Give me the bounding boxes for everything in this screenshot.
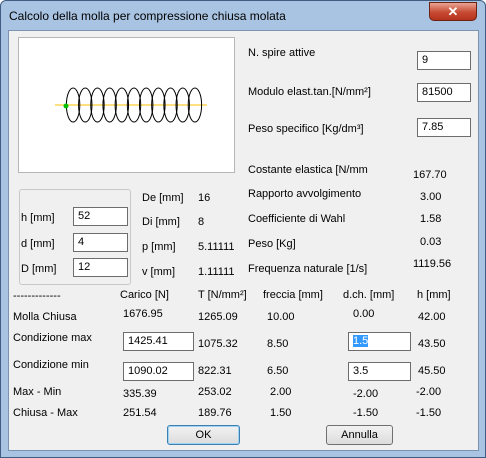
chiusa-max-dch: -1.50 <box>353 407 379 419</box>
peso-specifico-input[interactable]: 7.85 <box>417 118 471 137</box>
cond-min-t: 822.31 <box>198 365 232 377</box>
peso-kg-value: 0.03 <box>420 236 442 248</box>
frequenza-value: 1119.56 <box>413 258 452 270</box>
ok-button[interactable]: OK <box>167 425 240 445</box>
max-min-dch: -2.00 <box>353 388 379 400</box>
chiusa-max-t: 189.76 <box>198 407 232 419</box>
frequenza-label: Frequenza naturale [1/s] <box>248 263 368 275</box>
rapporto-label: Rapporto avvolgimento <box>248 188 362 200</box>
molla-chiusa-dch: 0.00 <box>353 308 375 320</box>
p-value: 5.11111 <box>198 241 235 253</box>
max-min-h: -2.00 <box>416 386 442 398</box>
row-cond-min-label: Condizione min <box>13 359 89 371</box>
cond-min-dch-input[interactable]: 3.5 <box>348 362 411 381</box>
D-label: D [mm] <box>21 263 57 275</box>
cond-max-dch-input[interactable]: 1.5 <box>348 332 411 351</box>
row-max-min-label: Max - Min <box>13 386 62 398</box>
Di-value: 8 <box>198 216 205 228</box>
spring-drawing <box>55 87 207 123</box>
cond-max-h: 43.50 <box>418 338 446 350</box>
title-bar[interactable]: Calcolo della molla per compressione chi… <box>1 1 485 31</box>
max-min-freccia: 2.00 <box>270 386 292 398</box>
costante-label: Costante elastica [N/mm <box>248 164 368 176</box>
annulla-button[interactable]: Annulla <box>326 425 393 445</box>
molla-chiusa-freccia: 10.00 <box>267 311 295 323</box>
cond-max-freccia: 8.50 <box>267 338 289 350</box>
row-chiusa-max-label: Chiusa - Max <box>13 407 78 419</box>
max-min-carico: 335.39 <box>123 388 157 400</box>
De-label: De [mm] <box>142 192 184 204</box>
rapporto-value: 3.00 <box>420 191 442 203</box>
header-carico: Carico [N] <box>120 289 169 301</box>
cond-min-freccia: 6.50 <box>267 365 289 377</box>
p-label: p [mm] <box>142 241 176 253</box>
costante-value: 167.70 <box>413 169 447 181</box>
wahl-label: Coefficiente di Wahl <box>248 213 346 225</box>
spire-label: N. spire attive <box>248 47 316 59</box>
chiusa-max-carico: 251.54 <box>123 407 157 419</box>
header-t: T [N/mm²] <box>198 289 247 301</box>
D-input[interactable]: 12 <box>73 258 128 277</box>
cond-min-carico-input[interactable]: 1090.02 <box>123 362 194 381</box>
spring-start-marker <box>63 103 69 109</box>
h-input[interactable]: 52 <box>73 207 128 226</box>
header-dch: d.ch. [mm] <box>343 289 395 301</box>
v-label: v [mm] <box>142 266 175 278</box>
peso-specifico-label: Peso specifico [Kg/dm³] <box>248 123 364 135</box>
dialog-client-area: N. spire attive 9 Modulo elast.tan.[N/mm… <box>8 30 479 451</box>
h-label: h [mm] <box>21 212 55 224</box>
row-molla-chiusa-label: Molla Chiusa <box>13 311 77 323</box>
modulo-label: Modulo elast.tan.[N/mm²] <box>248 86 371 98</box>
wahl-value: 1.58 <box>420 213 442 225</box>
peso-kg-label: Peso [Kg] <box>248 238 296 250</box>
Di-label: Di [mm] <box>142 216 180 228</box>
spring-preview <box>18 37 235 173</box>
row-cond-max-label: Condizione max <box>13 332 92 344</box>
modulo-input[interactable]: 81500 <box>417 83 471 102</box>
chiusa-max-freccia: 1.50 <box>270 407 292 419</box>
window-title: Calcolo della molla per compressione chi… <box>9 9 286 23</box>
cond-max-carico-input[interactable]: 1425.41 <box>123 332 194 351</box>
cond-min-h: 45.50 <box>418 365 446 377</box>
close-button[interactable]: ✕ <box>429 2 477 21</box>
header-h: h [mm] <box>417 289 451 301</box>
header-freccia: freccia [mm] <box>263 289 323 301</box>
chiusa-max-h: -1.50 <box>416 407 442 419</box>
table-corner-dashes: ------------- <box>13 290 61 302</box>
molla-chiusa-carico: 1676.95 <box>123 308 163 320</box>
De-value: 16 <box>198 192 211 204</box>
spire-input[interactable]: 9 <box>417 51 471 70</box>
close-icon: ✕ <box>447 4 459 19</box>
max-min-t: 253.02 <box>198 386 232 398</box>
molla-chiusa-h: 42.00 <box>418 311 446 323</box>
dialog-window: Calcolo della molla per compressione chi… <box>0 0 486 458</box>
molla-chiusa-t: 1265.09 <box>198 311 238 323</box>
d-input[interactable]: 4 <box>73 233 128 252</box>
cond-max-t: 1075.32 <box>198 338 238 350</box>
v-value: 1.11111 <box>198 266 235 278</box>
d-label: d [mm] <box>21 238 55 250</box>
